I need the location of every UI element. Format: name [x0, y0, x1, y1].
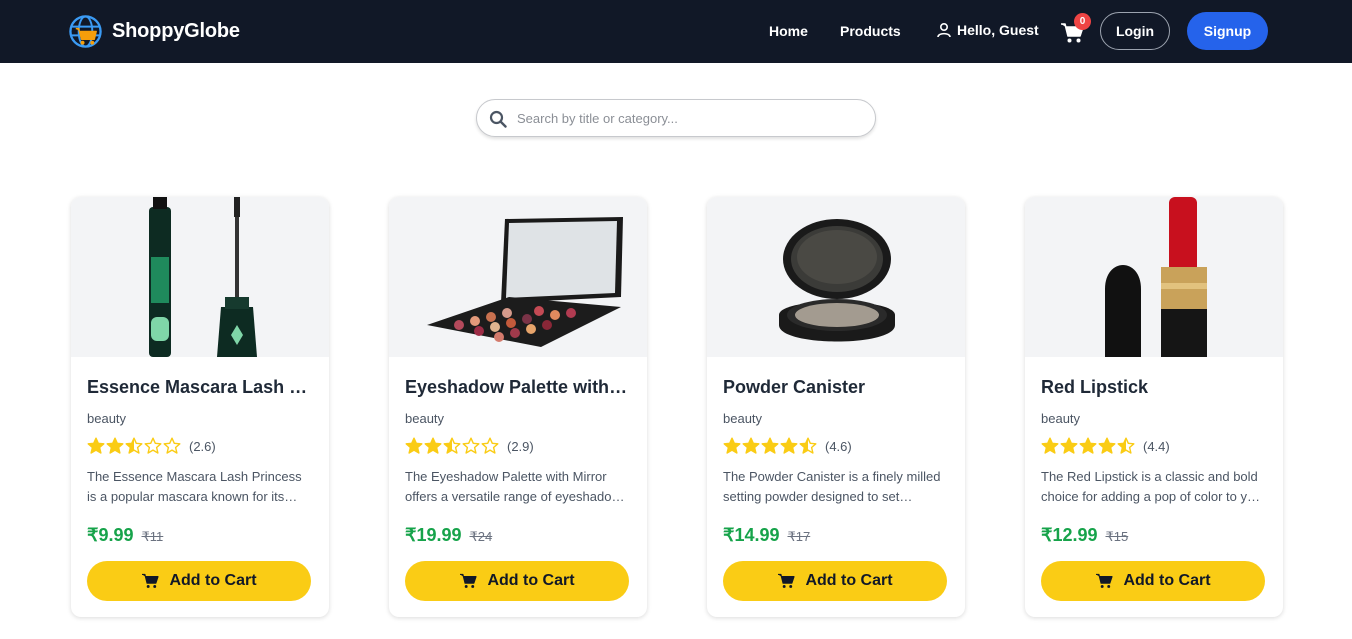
star-empty-icon	[481, 437, 499, 454]
product-image[interactable]	[71, 197, 329, 357]
product-description: The Powder Canister is a finely milled s…	[723, 469, 941, 504]
star-empty-icon	[144, 437, 162, 454]
star-full-icon	[424, 437, 442, 454]
cart-count-badge: 0	[1074, 13, 1091, 30]
rating-value: (2.9)	[507, 438, 534, 454]
user-icon	[937, 22, 951, 38]
brand-name: ShoppyGlobe	[112, 20, 240, 42]
rating-value: (4.4)	[1143, 438, 1170, 454]
star-full-icon	[742, 437, 760, 454]
star-empty-icon	[163, 437, 181, 454]
product-image[interactable]	[707, 197, 965, 357]
star-full-icon	[405, 437, 423, 454]
product-price: ₹12.99 ₹15	[1041, 525, 1128, 546]
star-full-icon	[780, 437, 798, 454]
add-to-cart-button[interactable]: Add to Cart	[87, 561, 311, 601]
product-card[interactable]: Powder Canister beauty (4.6) The Powder …	[707, 197, 965, 617]
add-to-cart-label: Add to Cart	[169, 572, 257, 589]
rating-value: (2.6)	[189, 438, 216, 454]
signup-button[interactable]: Signup	[1187, 12, 1268, 50]
price-current: ₹14.99	[723, 525, 780, 545]
product-rating: (4.4)	[1041, 437, 1170, 455]
product-image[interactable]	[389, 197, 647, 357]
product-category: beauty	[1041, 411, 1081, 426]
product-rating: (2.6)	[87, 437, 216, 455]
product-title[interactable]: Eyeshadow Palette with Mirror	[405, 377, 631, 398]
cart-icon	[460, 573, 478, 588]
price-original: ₹15	[1105, 529, 1129, 544]
add-to-cart-label: Add to Cart	[1123, 572, 1211, 589]
nav-link-home[interactable]: Home	[769, 23, 808, 39]
price-current: ₹12.99	[1041, 525, 1098, 545]
star-full-icon	[1079, 437, 1097, 454]
cart-icon	[142, 573, 160, 588]
cart-button[interactable]: 0	[1060, 13, 1091, 44]
product-rating: (2.9)	[405, 437, 534, 455]
star-full-icon	[1041, 437, 1059, 454]
product-title[interactable]: Essence Mascara Lash Princess	[87, 377, 313, 398]
product-category: beauty	[723, 411, 763, 426]
star-full-icon	[723, 437, 741, 454]
star-half-icon	[125, 437, 143, 454]
product-description: The Red Lipstick is a classic and bold c…	[1041, 469, 1266, 504]
product-card[interactable]: Red Lipstick beauty (4.4) The Red Lipsti…	[1025, 197, 1283, 617]
product-card[interactable]: Essence Mascara Lash Princess beauty (2.…	[71, 197, 329, 617]
star-full-icon	[106, 437, 124, 454]
product-description: The Eyeshadow Palette with Mirror offers…	[405, 469, 621, 504]
navbar: ShoppyGlobe Home Products Hello, Guest 0…	[0, 0, 1352, 63]
price-original: ₹24	[469, 529, 493, 544]
nav-link-products[interactable]: Products	[840, 23, 901, 39]
product-rating: (4.6)	[723, 437, 852, 455]
price-original: ₹11	[141, 529, 164, 544]
add-to-cart-button[interactable]: Add to Cart	[723, 561, 947, 601]
star-rating	[87, 437, 181, 455]
user-greeting: Hello, Guest	[936, 22, 1039, 38]
star-rating	[723, 437, 817, 455]
star-full-icon	[87, 437, 105, 454]
cart-icon	[1096, 573, 1114, 588]
star-half-icon	[1117, 437, 1135, 454]
user-greeting-text: Hello, Guest	[957, 22, 1039, 38]
price-original: ₹17	[787, 529, 811, 544]
product-image[interactable]	[1025, 197, 1283, 357]
search-icon	[489, 110, 507, 128]
star-full-icon	[1098, 437, 1116, 454]
product-title[interactable]: Powder Canister	[723, 377, 949, 398]
product-card[interactable]: Eyeshadow Palette with Mirror beauty (2.…	[389, 197, 647, 617]
add-to-cart-button[interactable]: Add to Cart	[1041, 561, 1265, 601]
add-to-cart-label: Add to Cart	[805, 572, 893, 589]
rating-value: (4.6)	[825, 438, 852, 454]
brand-link[interactable]: ShoppyGlobe	[68, 14, 240, 49]
product-price: ₹19.99 ₹24	[405, 525, 492, 546]
product-description: The Essence Mascara Lash Princess is a p…	[87, 469, 302, 504]
search-bar	[476, 99, 876, 137]
star-rating	[1041, 437, 1135, 455]
star-half-icon	[799, 437, 817, 454]
product-category: beauty	[87, 411, 127, 426]
price-current: ₹19.99	[405, 525, 462, 545]
star-empty-icon	[462, 437, 480, 454]
login-button[interactable]: Login	[1100, 12, 1170, 50]
star-full-icon	[761, 437, 779, 454]
star-full-icon	[1060, 437, 1078, 454]
star-half-icon	[443, 437, 461, 454]
price-current: ₹9.99	[87, 525, 134, 545]
globe-cart-logo-icon	[69, 15, 102, 48]
cart-icon	[778, 573, 796, 588]
search-input[interactable]	[517, 100, 867, 136]
add-to-cart-button[interactable]: Add to Cart	[405, 561, 629, 601]
product-title[interactable]: Red Lipstick	[1041, 377, 1267, 398]
product-price: ₹9.99 ₹11	[87, 525, 163, 546]
product-category: beauty	[405, 411, 445, 426]
star-rating	[405, 437, 499, 455]
product-price: ₹14.99 ₹17	[723, 525, 810, 546]
add-to-cart-label: Add to Cart	[487, 572, 575, 589]
